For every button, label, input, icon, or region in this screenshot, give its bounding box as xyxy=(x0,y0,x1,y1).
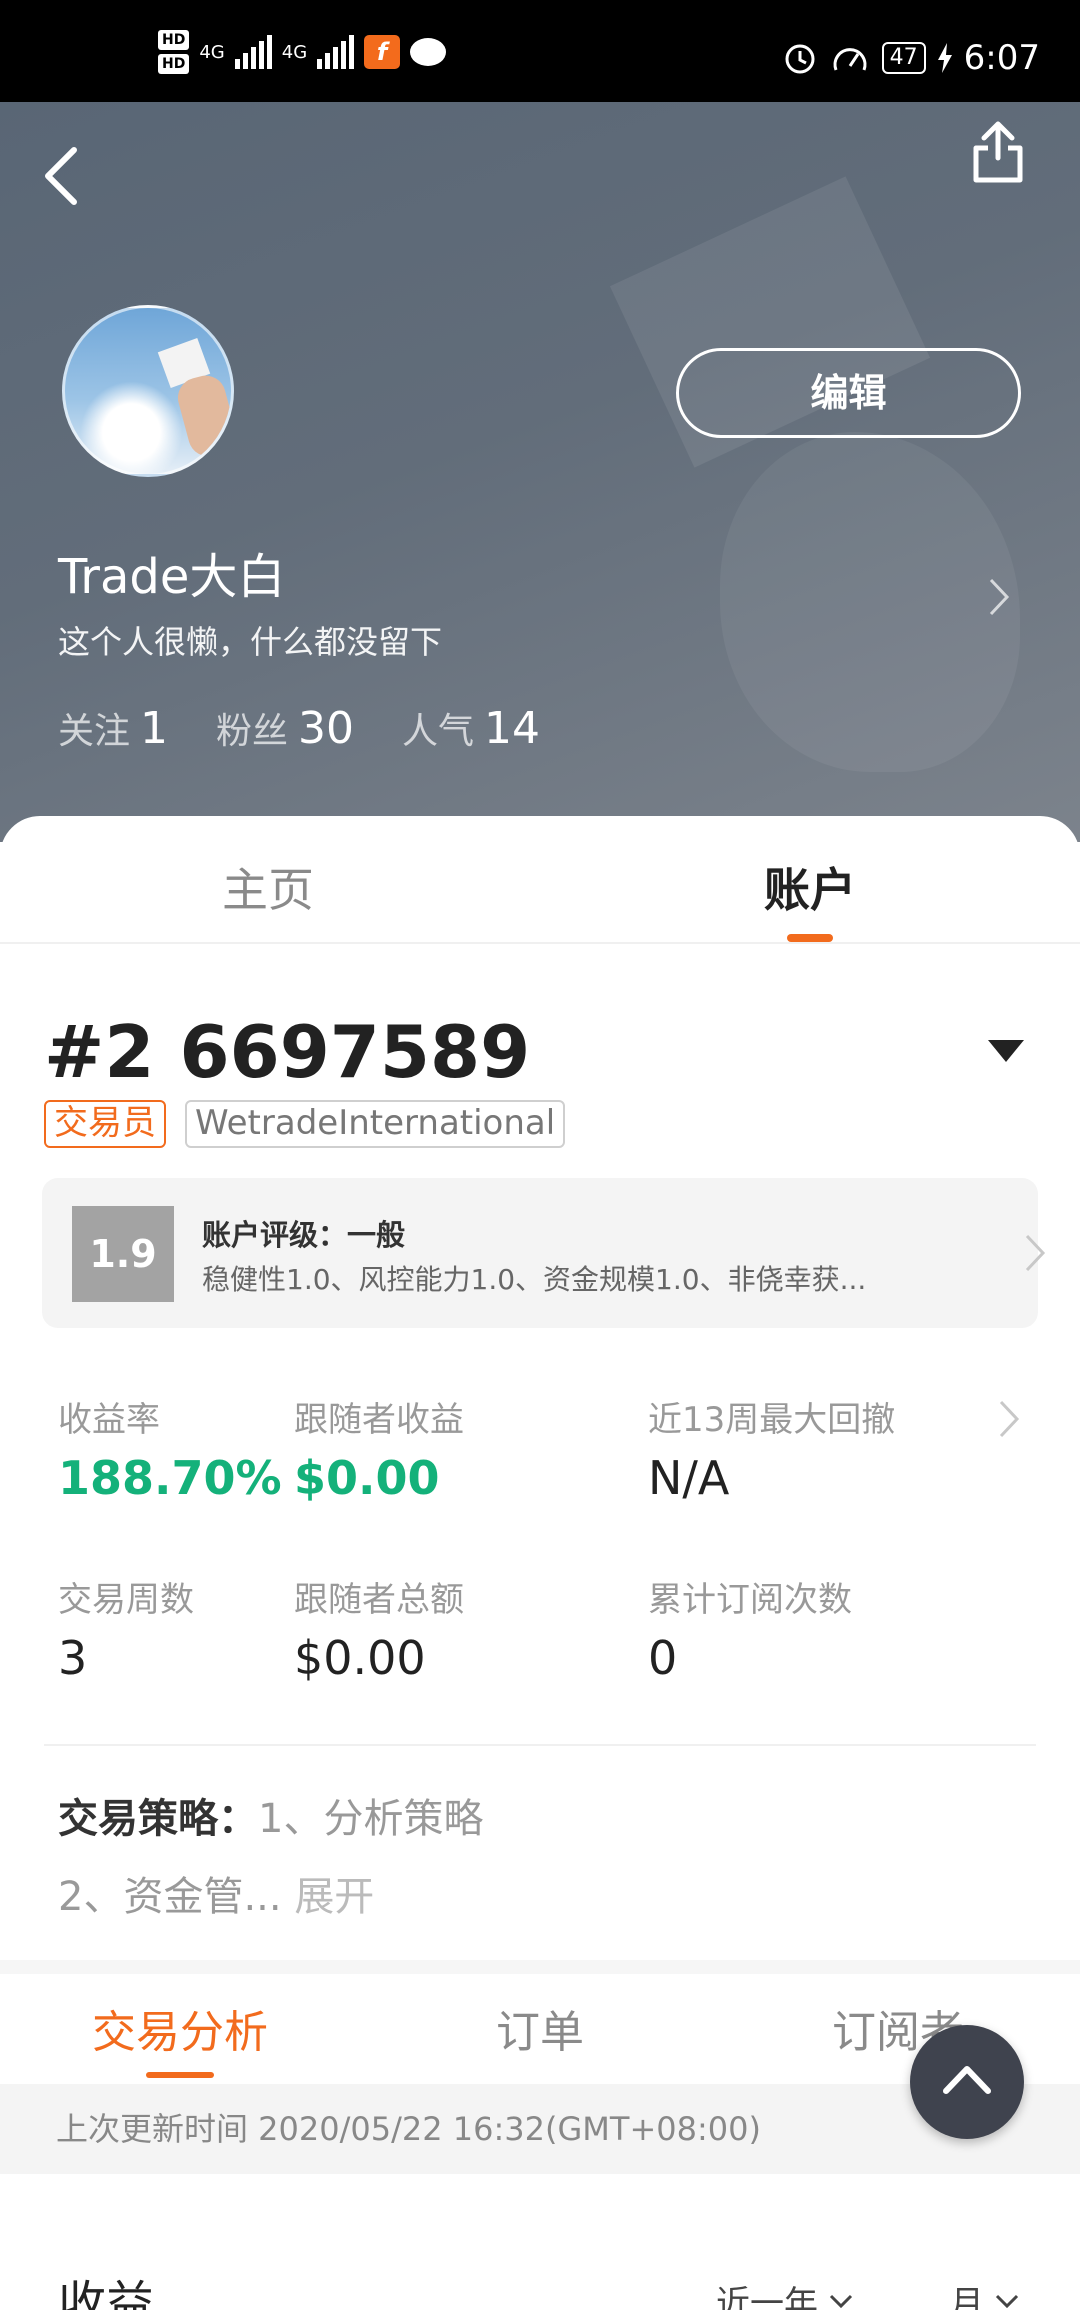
back-arrow-icon xyxy=(45,147,77,205)
strategy-line-1: 交易策略：1、分析策略 xyxy=(58,1786,483,1844)
stat-value: 14 xyxy=(484,703,541,754)
metric-value: 0 xyxy=(648,1631,678,1685)
message-icon xyxy=(410,38,447,66)
network-type-2: 4G xyxy=(281,41,308,63)
subtab-active-indicator xyxy=(146,2072,214,2078)
metric-follower-profit: 跟随者收益 $0.00 xyxy=(294,1392,464,1505)
profile-stats: 关注 1 粉丝 30 人气 14 xyxy=(58,702,540,754)
status-bar: HD HD 4G 4G f 47 6:07 xyxy=(0,0,1080,102)
metric-value: 3 xyxy=(58,1631,88,1685)
share-button[interactable] xyxy=(972,120,1032,190)
arrow-up-icon xyxy=(943,2066,991,2094)
profile-tabs: 主页 账户 xyxy=(0,816,1080,944)
tab-active-indicator xyxy=(787,934,833,942)
chevron-right-icon[interactable] xyxy=(985,572,1015,622)
account-rating-card[interactable]: 1.9 账户评级：一般 稳健性1.0、风控能力1.0、资金规模1.0、非侥幸获.… xyxy=(42,1178,1046,1328)
metric-label: 跟随者总额 xyxy=(294,1580,464,1620)
strategy-label: 交易策略： xyxy=(58,1796,258,1842)
stat-fans[interactable]: 粉丝 30 xyxy=(216,702,354,754)
chevron-down-icon xyxy=(829,2294,853,2308)
alarm-icon xyxy=(785,44,815,74)
status-left: HD HD 4G 4G f xyxy=(158,30,447,74)
stat-label: 关注 xyxy=(58,711,131,752)
strategy-text-1: 1、分析策略 xyxy=(258,1796,484,1842)
metric-label: 跟随者收益 xyxy=(294,1400,464,1440)
metric-label: 累计订阅次数 xyxy=(648,1580,852,1620)
metric-value: $0.00 xyxy=(294,1451,440,1505)
dropdown-triangle-icon[interactable] xyxy=(988,1040,1024,1064)
unit-value: 月 xyxy=(950,2284,984,2310)
clock: 6:07 xyxy=(963,38,1040,78)
account-number: #2 6697589 xyxy=(44,1010,531,1094)
chevron-right-icon xyxy=(1025,1234,1046,1272)
hd-indicators: HD HD xyxy=(158,30,190,74)
metric-value: $0.00 xyxy=(294,1631,426,1685)
speed-icon xyxy=(833,48,867,71)
strategy-line-2: 2、资金管... 展开 xyxy=(58,1864,374,1922)
metric-value: N/A xyxy=(648,1451,730,1505)
background-image-hand xyxy=(720,432,1020,772)
role-badge: 交易员 xyxy=(44,1100,166,1148)
stat-label: 粉丝 xyxy=(216,711,289,752)
metric-label: 收益率 xyxy=(58,1400,160,1440)
edit-profile-button[interactable]: 编辑 xyxy=(676,348,1021,438)
stat-popularity: 人气 14 xyxy=(402,702,540,754)
earnings-title: 收益 xyxy=(58,2276,155,2310)
strategy-text-2: 2、资金管... xyxy=(58,1874,282,1920)
metric-subscription-count: 累计订阅次数 0 xyxy=(648,1572,852,1685)
tab-trade-analysis[interactable]: 交易分析 xyxy=(92,1996,268,2060)
app-notification-icon: f xyxy=(364,35,401,69)
chevron-right-icon[interactable] xyxy=(996,1394,1024,1444)
rating-score: 1.9 xyxy=(72,1206,174,1302)
back-to-top-button[interactable] xyxy=(910,2025,1024,2139)
divider xyxy=(44,1744,1036,1746)
username: Trade大白 xyxy=(58,549,286,605)
avatar[interactable] xyxy=(62,305,234,477)
signal-icon-2 xyxy=(317,35,355,69)
metric-trading-weeks: 交易周数 3 xyxy=(58,1572,194,1685)
metric-value: 188.70% xyxy=(58,1451,282,1505)
broker-badge: WetradeInternational xyxy=(185,1100,566,1148)
rating-detail: 稳健性1.0、风控能力1.0、资金规模1.0、非侥幸获... xyxy=(202,1263,867,1296)
profile-header: 编辑 Trade大白 这个人很懒，什么都没留下 关注 1 粉丝 30 人气 14 xyxy=(0,102,1080,842)
metric-max-drawdown: 近13周最大回撤 N/A xyxy=(648,1392,895,1505)
tab-orders[interactable]: 订单 xyxy=(496,1996,584,2060)
range-value: 近一年 xyxy=(716,2284,818,2310)
chevron-down-icon xyxy=(995,2294,1019,2308)
rating-title: 账户评级：一般 xyxy=(202,1218,406,1252)
charging-icon xyxy=(937,43,952,73)
stat-value: 1 xyxy=(140,703,169,754)
metric-return-rate: 收益率 188.70% xyxy=(58,1392,282,1505)
tab-home[interactable]: 主页 xyxy=(222,854,314,920)
hd1-indicator: HD xyxy=(158,30,190,50)
metric-label: 交易周数 xyxy=(58,1580,194,1620)
stat-value: 30 xyxy=(298,703,355,754)
network-type-1: 4G xyxy=(199,41,225,63)
expand-link[interactable]: 展开 xyxy=(294,1874,374,1920)
metric-label: 近13周最大回撤 xyxy=(648,1400,896,1440)
unit-select[interactable]: 月 xyxy=(950,2276,1020,2310)
tab-account[interactable]: 账户 xyxy=(764,854,856,920)
range-select[interactable]: 近一年 xyxy=(716,2276,854,2310)
share-icon xyxy=(973,121,1023,183)
stat-label: 人气 xyxy=(402,711,475,752)
bio: 这个人很懒，什么都没留下 xyxy=(58,623,443,661)
battery-level: 47 xyxy=(881,42,926,74)
back-button[interactable] xyxy=(40,146,100,216)
status-right: 47 6:07 xyxy=(782,38,1040,78)
signal-icon xyxy=(234,35,272,69)
section-separator xyxy=(0,1960,1080,1974)
hd2-indicator: HD xyxy=(158,54,190,74)
metric-follower-total: 跟随者总额 $0.00 xyxy=(294,1572,464,1685)
stat-following[interactable]: 关注 1 xyxy=(58,702,168,754)
